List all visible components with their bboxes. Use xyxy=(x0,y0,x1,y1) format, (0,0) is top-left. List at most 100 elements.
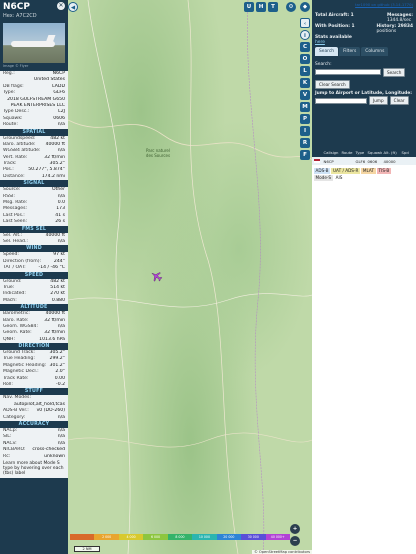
scale-bar: 2 NM xyxy=(74,546,100,552)
badge-mlat[interactable]: MLAT xyxy=(361,168,376,174)
row-type: GLF6 xyxy=(355,158,366,164)
zoom-out-icon[interactable]: − xyxy=(290,536,300,546)
back-arrow-icon[interactable]: ◀ xyxy=(68,2,78,12)
map-control-m[interactable]: M xyxy=(300,102,310,112)
map-control-t[interactable]: T xyxy=(268,2,278,12)
clear-search-button[interactable]: Clear Search xyxy=(315,79,350,89)
search-input[interactable] xyxy=(315,69,381,76)
clear-button[interactable]: Clear xyxy=(389,96,409,106)
map-control-f[interactable]: F xyxy=(300,150,310,160)
history-stat: History: 29834 positions xyxy=(376,23,414,35)
tab-search[interactable]: Search xyxy=(315,47,339,57)
signal-list: Source: Other RSSI: n/a Msg. Rate: 0.0 Message… xyxy=(0,187,68,226)
wind-list: Speed: 97 kt Direction (from): 244° TAT / OA… xyxy=(0,252,68,272)
map-attribution[interactable]: © OpenStreetMap contributors xyxy=(252,550,312,554)
column-header[interactable]: Type xyxy=(354,150,366,155)
speed-value: 0.880 xyxy=(51,297,65,303)
details-key: Reg.: xyxy=(3,71,15,76)
colorbar-stop: 8 000 xyxy=(167,534,193,540)
badge-ais[interactable]: AIS xyxy=(334,175,344,181)
signal-value: 26 s xyxy=(55,219,65,225)
aircraft-photo[interactable] xyxy=(3,23,65,63)
settings-gear-icon[interactable]: ⚙ xyxy=(286,2,296,12)
section-accuracy: ACCURACY xyxy=(0,420,68,428)
close-icon[interactable]: ✕ xyxy=(57,2,65,10)
accuracy-value: unknown xyxy=(44,453,65,459)
wind-value: -14 / -46 °C xyxy=(38,265,65,271)
stuff-value: n/a xyxy=(57,414,65,420)
badge-modes[interactable]: Mode-S xyxy=(314,175,333,181)
altitude-colorbar: 2 000 4 000 6 000 8 000 10 000 20 000 30… xyxy=(70,534,290,540)
map-features xyxy=(68,0,312,554)
search-button[interactable]: Search xyxy=(383,67,406,77)
altitude-list: Barometric: 40000 ft Baro. Rate: 32 ft/min G… xyxy=(0,311,68,344)
photo-credit: Image © Flyer xyxy=(3,64,29,68)
stats-link[interactable]: here xyxy=(315,40,413,45)
column-header[interactable]: Alt. (ft) xyxy=(382,150,400,155)
map-control-v[interactable]: V xyxy=(300,90,310,100)
table-row[interactable]: N6CP GLF6 0606 40000 xyxy=(312,157,416,165)
direction-value: -0.2 xyxy=(56,382,65,388)
row-callsign: N6CP xyxy=(323,158,334,164)
fms-key: Sel. Head.: xyxy=(3,238,28,244)
zoom-in-icon[interactable]: + xyxy=(290,524,300,534)
direction-key: Roll: xyxy=(3,382,13,388)
jump-input[interactable] xyxy=(315,97,367,104)
aircraft-table-header: Callsign Route Type Squawk Alt. (ft) Spd xyxy=(312,148,416,157)
speed-list: Ground: 482 kt True: 514 kt Indicated: 270 kt… xyxy=(0,278,68,305)
direction-list: Ground Track: 305.2° True Heading: 299.2° Ma… xyxy=(0,350,68,389)
collapse-arrow-icon[interactable]: ‹ xyxy=(300,18,310,28)
accuracy-key: Rc: xyxy=(3,453,11,459)
column-header[interactable]: Callsign xyxy=(322,150,340,155)
spatial-list: Groundspeed: 482 kt Baro. altitude: 40000 f… xyxy=(0,135,68,181)
map-control-l[interactable]: L xyxy=(300,66,310,76)
badge-uat[interactable]: UAT / ADS-R xyxy=(331,168,360,174)
map-control-i[interactable]: I xyxy=(300,126,310,136)
row-altitude: 40000 xyxy=(383,158,396,164)
accuracy-list: NACp: n/a SIL: n/a NACv: n/a NICBARO: cross-che… xyxy=(0,427,68,460)
sidebar-header: tar1090 on github (3.14.1770) Total Airc… xyxy=(312,0,416,148)
colorbar-stop xyxy=(70,534,95,540)
details-key: Route: xyxy=(3,122,18,128)
layers-icon[interactable]: ◆ xyxy=(300,2,310,12)
tab-filters[interactable]: Filters xyxy=(339,47,361,57)
map-control-u[interactable]: U xyxy=(244,2,254,12)
column-header[interactable]: Route xyxy=(340,150,354,155)
row-squawk: 0606 xyxy=(367,158,378,164)
us-flag-icon xyxy=(312,158,322,164)
aircraft-info-panel: N6CP Hex: A7C2CD ✕ Image © Flyer Reg.: N6… xyxy=(0,0,68,554)
stuff-list: Nav. Modes: autopilot,alt_hold,tcas ADS-B … xyxy=(0,395,68,421)
map-label-parc: Parc naturel des Sources xyxy=(145,148,171,158)
map-view[interactable]: Parc naturel des Sources ◀ U H T ⚙ ◆ ‹ i… xyxy=(68,0,312,554)
map-control-c[interactable]: C xyxy=(300,42,310,52)
map-control-p[interactable]: P xyxy=(300,114,310,124)
section-wind: WIND xyxy=(0,245,68,253)
section-fms: FMS SEL xyxy=(0,225,68,233)
altitude-key: QNH: xyxy=(3,336,16,342)
speed-key: Mach: xyxy=(3,297,17,303)
column-header[interactable]: Squawk xyxy=(366,150,383,155)
map-control-o[interactable]: O xyxy=(300,54,310,64)
colorbar-stop: 4 000 xyxy=(118,534,144,540)
spatial-value: 174.2 nmi xyxy=(41,173,65,179)
section-signal: SIGNAL xyxy=(0,180,68,188)
map-control-h[interactable]: H xyxy=(256,2,266,12)
github-link[interactable]: tar1090 on github (3.14.1770) xyxy=(315,2,413,7)
badge-adsb[interactable]: ADS-B xyxy=(314,168,330,174)
fms-list: Sel. Alt.: 40000 ft Sel. Head.: n/a xyxy=(0,232,68,246)
fms-value: n/a xyxy=(57,238,65,244)
info-icon[interactable]: i xyxy=(300,30,310,40)
callsign: N6CP xyxy=(3,2,30,12)
total-aircraft: Total Aircraft: 1 xyxy=(315,13,354,18)
aircraft-marker xyxy=(151,272,163,282)
colorbar-stop: 2 000 xyxy=(94,534,119,540)
tab-columns[interactable]: Columns xyxy=(361,47,389,57)
column-header[interactable]: Spd xyxy=(400,150,410,155)
section-stuff: STUFF xyxy=(0,388,68,396)
colorbar-stop: 30 000 xyxy=(241,534,266,540)
details-list: Reg.: N6CP United States DB flags: LADD Type:… xyxy=(0,71,68,129)
map-control-r[interactable]: R xyxy=(300,138,310,148)
map-control-k[interactable]: K xyxy=(300,78,310,88)
badge-tisb[interactable]: TIS-B xyxy=(377,168,391,174)
jump-button[interactable]: Jump xyxy=(369,96,388,106)
